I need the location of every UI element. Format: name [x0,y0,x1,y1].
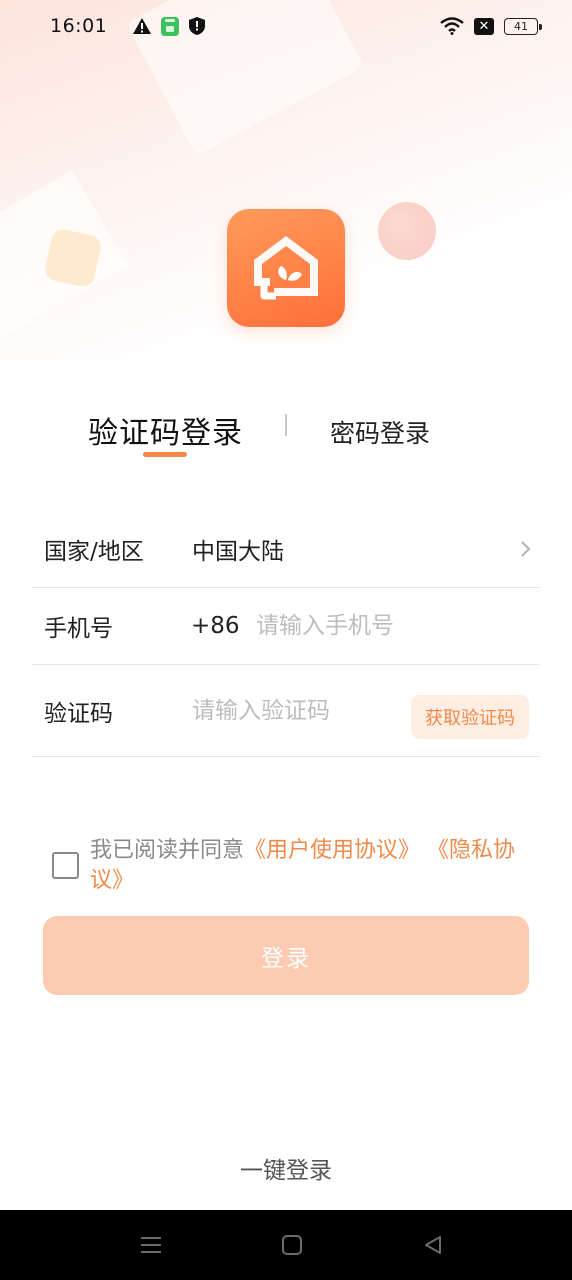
tab-password-login[interactable]: 密码登录 [330,414,430,450]
home-nav-icon[interactable] [279,1232,305,1258]
warning-icon [133,18,152,34]
no-sim-icon: ✕ [474,17,494,35]
menu-nav-icon[interactable] [138,1232,164,1258]
phone-input[interactable] [256,606,516,646]
system-nav-bar [0,1210,572,1280]
phone-label: 手机号 [44,616,113,642]
status-time: 16:01 [50,15,108,37]
login-tabs: 验证码登录 密码登录 [0,400,572,470]
app-logo [227,209,345,327]
get-code-button[interactable]: 获取验证码 [411,695,529,739]
agreement-prefix: 我已阅读并同意 [90,838,245,863]
app-notification-icon [161,16,180,36]
status-icons-left [133,16,206,36]
chevron-right-icon [518,539,534,559]
status-bar: 16:01 ✕ 41 [0,0,572,52]
tab-divider [285,414,287,436]
code-input[interactable] [192,690,402,731]
tab-sms-login[interactable]: 验证码登录 [88,408,243,452]
login-button[interactable]: 登录 [43,916,529,995]
code-label: 验证码 [44,700,113,727]
country-code[interactable]: +86 [191,613,240,639]
active-tab-indicator [143,452,187,457]
user-agreement-link[interactable]: 《用户使用协议》 [244,838,420,863]
region-value: 中国大陆 [192,539,284,565]
status-icons-right: ✕ 41 [440,17,542,35]
wifi-icon [440,17,464,35]
decorative-circle [378,202,436,260]
region-row[interactable]: 国家/地区 中国大陆 [32,511,540,588]
battery-icon: 41 [504,17,542,35]
agreement-checkbox[interactable] [52,852,79,879]
agreement-text: 我已阅读并同意《用户使用协议》 《隐私协议》 [90,836,530,896]
back-nav-icon[interactable] [420,1232,446,1258]
shield-icon [189,17,206,35]
home-leaf-icon [254,236,318,300]
region-label: 国家/地区 [44,539,144,565]
phone-row: 手机号 +86 [32,588,540,665]
one-key-login-link[interactable]: 一键登录 [0,1151,572,1185]
login-form: 国家/地区 中国大陆 手机号 +86 验证码 获取验证码 [32,511,540,757]
